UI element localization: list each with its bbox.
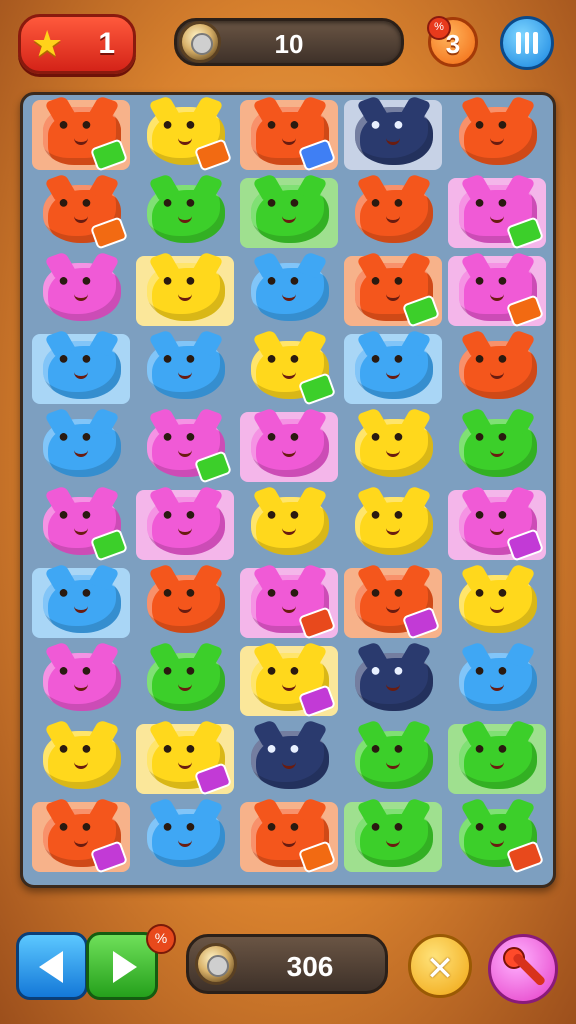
forward-arrow-icon [113, 951, 137, 983]
tile-pink[interactable]: ●● [445, 487, 549, 563]
tile-pink[interactable]: ●● [237, 409, 341, 485]
tile-orange[interactable]: ●● [341, 175, 445, 251]
back-arrow-icon [39, 951, 63, 983]
hint-button[interactable]: % 3 [427, 16, 478, 67]
tile-pink[interactable]: ●● [133, 487, 237, 563]
tile-orange[interactable]: ●● [133, 565, 237, 641]
tile-green[interactable]: ●● [445, 721, 549, 797]
tile-blue[interactable]: ●● [29, 409, 133, 485]
tile-orange[interactable]: ●● [445, 97, 549, 173]
tile-blue[interactable]: ●● [29, 565, 133, 641]
tile-green[interactable]: ●● [133, 175, 237, 251]
tile-girl-pink[interactable]: ●● [445, 175, 549, 251]
tile-girl-orange[interactable]: ●● [237, 97, 341, 173]
tile-orange[interactable]: ●● [29, 799, 133, 875]
tile-navy[interactable]: ●● [341, 97, 445, 173]
tile-pink[interactable]: ●● [133, 409, 237, 485]
pause-icon [516, 32, 539, 54]
tile-green[interactable]: ●● [341, 721, 445, 797]
moves-value: 10 [274, 29, 304, 59]
tile-blue[interactable]: ●● [29, 331, 133, 407]
tile-yellow[interactable]: ●● [237, 643, 341, 719]
tile-blue[interactable]: ●● [237, 253, 341, 329]
tile-green[interactable]: ●● [445, 799, 549, 875]
tile-girl-orange[interactable]: ●● [29, 97, 133, 173]
tile-orange[interactable]: ●● [445, 331, 549, 407]
tile-yellow[interactable]: ●● [133, 721, 237, 797]
tile-pink[interactable]: ●● [29, 253, 133, 329]
tile-blue[interactable]: ●● [133, 799, 237, 875]
shuffle-icon: ✕ [425, 950, 455, 988]
tile-pink[interactable]: ●● [29, 487, 133, 563]
bottom-bar: % 306 ✕ [0, 920, 576, 1024]
tile-blue[interactable]: ●● [445, 643, 549, 719]
tile-yellow[interactable]: ●● [133, 97, 237, 173]
hammer-button[interactable] [488, 934, 558, 1004]
top-bar: ★ 1 10 % 3 [0, 0, 576, 90]
game-board: ●● ●● ●● ●● ●● ●● ●● ●● ●● ●● ●● ●● ●● ●● ●● ●● ●● ●● ●● ●●… [20, 92, 556, 888]
pause-button[interactable] [500, 16, 554, 70]
star-icon: ★ [31, 23, 64, 64]
tile-yellow[interactable]: ●● [445, 565, 549, 641]
shuffle-button[interactable]: ✕ [408, 934, 472, 998]
moves-counter: 10 [174, 18, 404, 66]
stars-value: 1 [98, 27, 115, 60]
percent-badge-icon: % [146, 924, 176, 954]
tile-green[interactable]: ●● [341, 799, 445, 875]
tile-blue[interactable]: ●● [133, 331, 237, 407]
tile-yellow[interactable]: ●● [341, 487, 445, 563]
tile-yellow[interactable]: ●● [237, 331, 341, 407]
coins-value: 306 [286, 951, 334, 982]
tile-yellow[interactable]: ●● [29, 721, 133, 797]
tile-orange[interactable]: ●● [341, 565, 445, 641]
tile-girl-orange[interactable]: ●● [237, 799, 341, 875]
tile-pink[interactable]: ●● [29, 643, 133, 719]
tile-yellow[interactable]: ●● [237, 487, 341, 563]
tile-navy[interactable]: ●● [341, 643, 445, 719]
tile-green[interactable]: ●● [237, 175, 341, 251]
hint-count: 3 [445, 29, 461, 59]
coins-counter: 306 [186, 934, 388, 994]
tile-orange[interactable]: ●● [29, 175, 133, 251]
tile-yellow[interactable]: ●● [133, 253, 237, 329]
tile-girl-pink[interactable]: ●● [445, 253, 549, 329]
tile-green[interactable]: ●● [133, 643, 237, 719]
tile-blue[interactable]: ●● [341, 331, 445, 407]
tile-girl-orange[interactable]: ●● [341, 253, 445, 329]
coin-icon [195, 943, 237, 985]
tile-yellow[interactable]: ●● [341, 409, 445, 485]
stars-counter: ★ 1 [18, 14, 136, 74]
tile-girl-pink[interactable]: ●● [237, 565, 341, 641]
tile-navy[interactable]: ●● [237, 721, 341, 797]
tile-green[interactable]: ●● [445, 409, 549, 485]
back-button[interactable] [16, 932, 88, 1000]
